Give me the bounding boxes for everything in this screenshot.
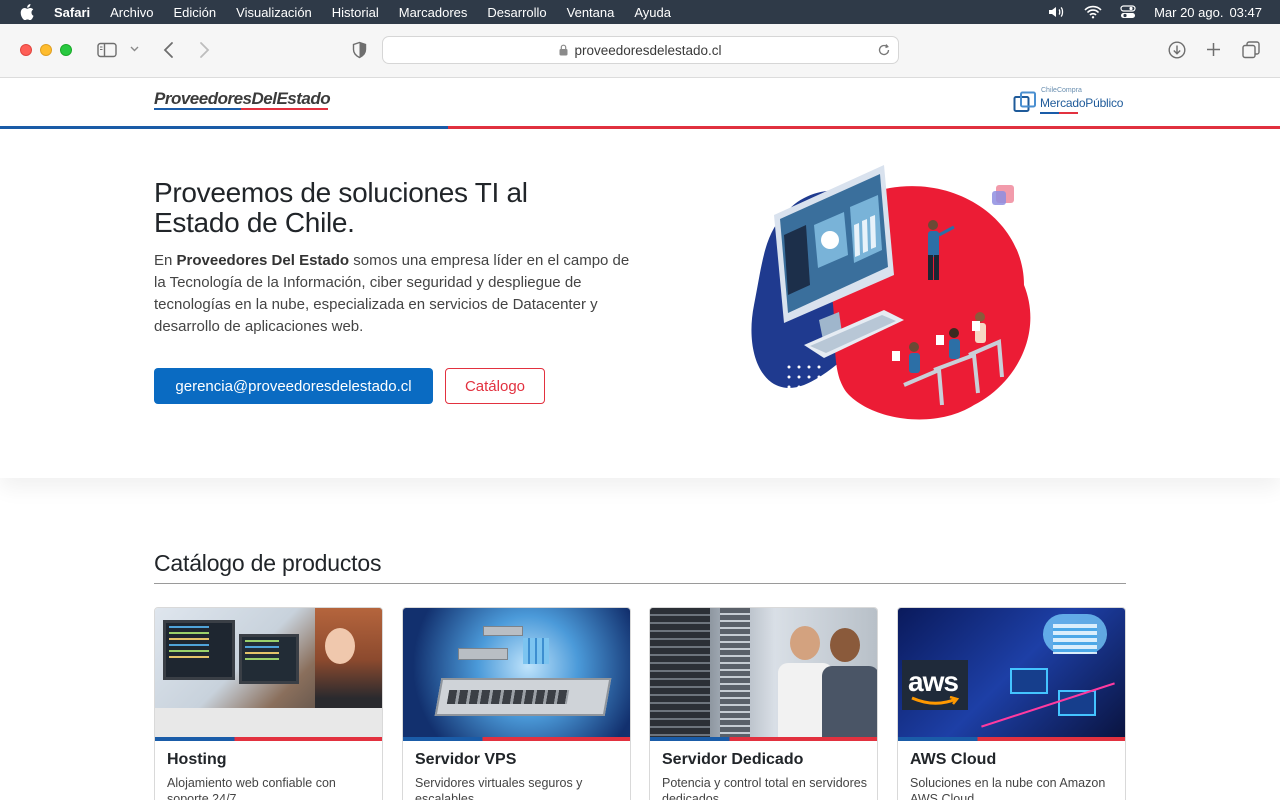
sidebar-toggle-icon[interactable] — [97, 42, 117, 58]
catalog-title: Catálogo de productos — [154, 550, 382, 576]
card-title: Servidor Dedicado — [662, 751, 804, 768]
card-stripe — [650, 737, 877, 741]
site-logo[interactable]: ProveedoresDelEstado — [154, 89, 331, 109]
product-card-hosting[interactable]: Hosting Alojamiento web confiable con so… — [154, 607, 383, 800]
address-bar[interactable]: proveedoresdelestado.cl — [382, 36, 899, 64]
vps-image — [403, 608, 630, 737]
card-description: Soluciones en la nube con Amazon AWS Clo… — [910, 776, 1106, 800]
control-center-icon[interactable] — [1120, 5, 1136, 19]
menu-safari[interactable]: Safari — [54, 5, 90, 20]
mercadopublico-logo[interactable]: ChileCompra MercadoPúblico — [1013, 85, 1129, 117]
card-title: Servidor VPS — [415, 751, 517, 768]
web-page: ProveedoresDelEstado ChileCompra Mercado… — [0, 78, 1280, 800]
new-tab-icon[interactable] — [1206, 42, 1221, 57]
card-stripe — [403, 737, 630, 741]
logo-underline — [154, 108, 328, 110]
menu-visualizacion[interactable]: Visualización — [236, 5, 312, 20]
chevron-down-icon[interactable] — [130, 46, 139, 52]
hero-title: Proveemos de soluciones TI al Estado de … — [154, 177, 528, 238]
macos-menubar: Safari Archivo Edición Visualización His… — [0, 0, 1280, 24]
company-name: Proveedores Del Estado — [176, 252, 350, 269]
product-card-aws[interactable]: aws AWS Cloud Soluciones en la nube con … — [897, 607, 1126, 800]
mercadopublico-bar — [1040, 112, 1078, 114]
close-window-button[interactable] — [20, 44, 32, 56]
menu-historial[interactable]: Historial — [332, 5, 379, 20]
apple-icon[interactable] — [20, 4, 36, 20]
card-description: Servidores virtuales seguros y escalable… — [415, 776, 583, 800]
hero-section: Proveemos de soluciones TI al Estado de … — [0, 129, 1280, 478]
downloads-icon[interactable] — [1168, 41, 1186, 59]
menu-ayuda[interactable]: Ayuda — [634, 5, 671, 20]
menu-marcadores[interactable]: Marcadores — [399, 5, 468, 20]
browser-toolbar: proveedoresdelestado.cl — [0, 24, 1280, 78]
mercadopublico-icon — [1013, 91, 1036, 112]
volume-icon[interactable] — [1048, 5, 1066, 19]
email-button[interactable]: gerencia@proveedoresdelestado.cl — [154, 368, 433, 404]
product-card-vps[interactable]: Servidor VPS Servidores virtuales seguro… — [402, 607, 631, 800]
catalog-divider — [154, 583, 1126, 584]
card-description: Alojamiento web confiable con soporte 24… — [167, 776, 336, 800]
hero-description: En Proveedores Del Estado somos una empr… — [154, 250, 634, 338]
catalog-button[interactable]: Catálogo — [445, 368, 545, 404]
minimize-window-button[interactable] — [40, 44, 52, 56]
reload-icon[interactable] — [877, 43, 891, 60]
aws-badge: aws — [902, 660, 968, 710]
card-stripe — [898, 737, 1125, 741]
privacy-shield-icon[interactable] — [352, 41, 367, 59]
zoom-window-button[interactable] — [60, 44, 72, 56]
hero-illustration — [751, 165, 1031, 420]
lock-icon — [559, 44, 568, 56]
clock-date[interactable]: Mar 20 ago. 03:47 — [1154, 5, 1262, 20]
date-text: Mar 20 ago. — [1154, 4, 1224, 20]
menu-desarrollo[interactable]: Desarrollo — [487, 5, 546, 20]
time-text: 03:47 — [1229, 4, 1262, 20]
card-stripe — [155, 737, 382, 741]
tab-overview-icon[interactable] — [1242, 41, 1260, 59]
dedicated-image — [650, 608, 877, 737]
wifi-icon[interactable] — [1084, 5, 1102, 19]
menu-ventana[interactable]: Ventana — [567, 5, 615, 20]
aws-image: aws — [898, 608, 1125, 737]
back-icon[interactable] — [163, 41, 175, 59]
card-title: AWS Cloud — [910, 751, 997, 768]
chilecompra-text: ChileCompra — [1041, 87, 1082, 94]
menu-archivo[interactable]: Archivo — [110, 5, 153, 20]
hero-text-prefix: En — [154, 252, 177, 269]
site-header: ProveedoresDelEstado ChileCompra Mercado… — [0, 78, 1280, 126]
hosting-image — [155, 608, 382, 737]
forward-icon[interactable] — [198, 41, 210, 59]
menu-edicion[interactable]: Edición — [174, 5, 217, 20]
product-card-dedicated[interactable]: Servidor Dedicado Potencia y control tot… — [649, 607, 878, 800]
url-text: proveedoresdelestado.cl — [574, 42, 722, 58]
card-title: Hosting — [167, 751, 227, 768]
mercadopublico-text: MercadoPúblico — [1040, 96, 1124, 110]
card-description: Potencia y control total en servidores d… — [662, 776, 867, 800]
